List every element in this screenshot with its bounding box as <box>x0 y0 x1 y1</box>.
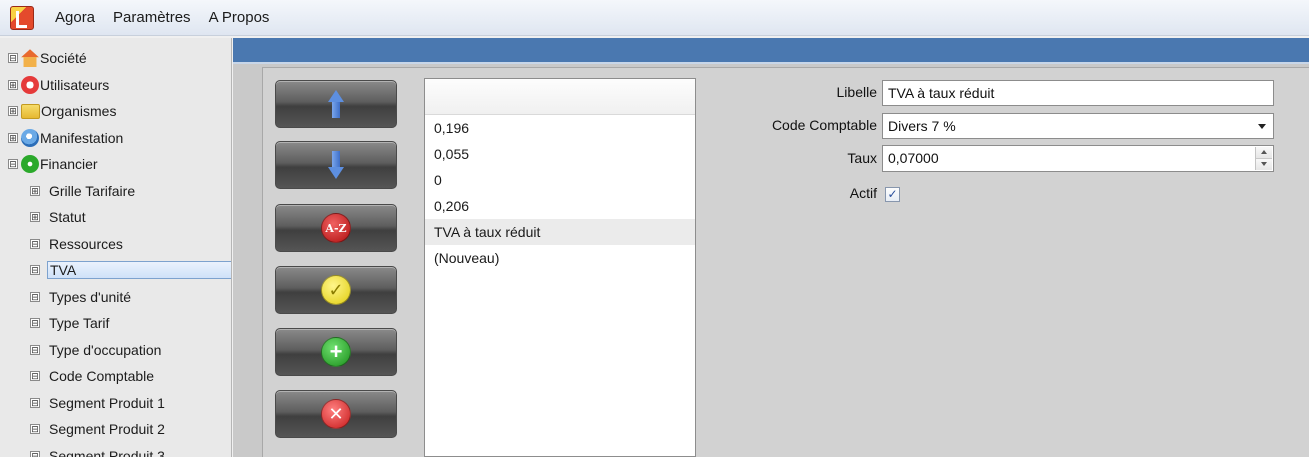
sort-button[interactable]: A-Z <box>275 204 397 252</box>
arrow-up-icon <box>328 90 344 118</box>
list-item[interactable]: 0,196 <box>425 115 695 141</box>
tree-item-type-occupation[interactable]: ⊟ Type d'occupation <box>0 337 231 364</box>
finance-icon <box>21 155 39 174</box>
taux-value: 0,07000 <box>888 150 939 166</box>
tree-item-label: Type d'occupation <box>49 341 162 358</box>
tree-item-segment-produit-1[interactable]: ⊟ Segment Produit 1 <box>0 390 231 417</box>
tree-item-grille-tarifaire[interactable]: ⊞ Grille Tarifaire <box>0 178 231 205</box>
add-button[interactable]: + <box>275 328 397 376</box>
leaf-node-icon: ⊟ <box>30 238 40 249</box>
collapse-icon[interactable]: ⊟ <box>8 53 18 64</box>
leaf-node-icon: ⊟ <box>30 265 40 276</box>
checkmark-icon: ✓ <box>321 275 351 305</box>
tree-item-label: Ressources <box>49 235 123 252</box>
expand-icon[interactable]: ⊞ <box>8 132 18 143</box>
tree-item-label: Statut <box>49 209 86 226</box>
folder-icon <box>21 103 40 119</box>
menu-agora[interactable]: Agora <box>46 5 104 30</box>
tree-item-tva[interactable]: ⊟ TVA <box>0 257 231 284</box>
tree-item-manifestation[interactable]: ⊞ Manifestation <box>0 125 231 152</box>
tree-item-label: Code Comptable <box>49 368 155 385</box>
tree-item-type-tarif[interactable]: ⊟ Type Tarif <box>0 310 231 337</box>
tree-item-label: Société <box>40 50 87 67</box>
tree-item-label: Segment Produit 3 <box>49 447 165 457</box>
spin-up-icon[interactable] <box>1256 147 1272 159</box>
leaf-node-icon: ⊟ <box>30 397 40 408</box>
leaf-node-icon: ⊟ <box>30 424 40 435</box>
delete-button[interactable]: ✕ <box>275 390 397 438</box>
users-icon <box>21 75 39 94</box>
plus-icon: + <box>321 337 351 367</box>
move-up-button[interactable] <box>275 80 397 128</box>
spin-down-icon[interactable] <box>1256 159 1272 170</box>
tree-item-societe[interactable]: ⊟ Société <box>0 45 231 72</box>
sort-az-icon: A-Z <box>321 213 351 243</box>
navigation-tree: ⊟ Société ⊞ Utilisateurs ⊞ Organismes ⊞ … <box>0 38 232 457</box>
list-header <box>425 79 695 115</box>
delete-icon: ✕ <box>321 399 351 429</box>
chevron-down-icon[interactable] <box>1258 124 1266 129</box>
tree-item-label: Segment Produit 1 <box>49 394 165 411</box>
validate-button[interactable]: ✓ <box>275 266 397 314</box>
agora-app-icon[interactable] <box>10 5 34 30</box>
actif-checkbox[interactable]: ✓ <box>885 187 900 202</box>
leaf-node-icon: ⊟ <box>30 371 40 382</box>
collapse-icon[interactable]: ⊟ <box>8 159 18 170</box>
code-comptable-value: Divers 7 % <box>888 118 956 134</box>
list-item[interactable]: 0,206 <box>425 193 695 219</box>
tree-item-financier[interactable]: ⊟ Financier <box>0 151 231 178</box>
tree-item-utilisateurs[interactable]: ⊞ Utilisateurs <box>0 72 231 99</box>
arrow-down-icon <box>328 151 344 179</box>
code-comptable-select[interactable]: Divers 7 % <box>882 113 1274 139</box>
tree-item-ressources[interactable]: ⊟ Ressources <box>0 231 231 258</box>
libelle-label: Libelle <box>836 84 877 100</box>
tree-item-segment-produit-2[interactable]: ⊟ Segment Produit 2 <box>0 416 231 443</box>
tree-item-label: Segment Produit 2 <box>49 421 165 438</box>
leaf-node-icon: ⊟ <box>30 318 40 329</box>
libelle-field[interactable] <box>882 80 1274 106</box>
taux-label: Taux <box>847 150 877 166</box>
tree-item-label: Manifestation <box>40 129 124 146</box>
tree-item-label: Utilisateurs <box>40 76 110 93</box>
leaf-node-icon: ⊟ <box>30 344 40 355</box>
tree-item-label: Types d'unité <box>49 288 132 305</box>
list-item-new[interactable]: (Nouveau) <box>425 245 695 271</box>
tree-item-label: Financier <box>40 156 98 173</box>
list-item[interactable]: 0 <box>425 167 695 193</box>
event-icon <box>21 128 39 147</box>
expand-icon[interactable]: ⊞ <box>30 185 40 196</box>
list-item[interactable]: 0,055 <box>425 141 695 167</box>
tree-item-types-unite[interactable]: ⊟ Types d'unité <box>0 284 231 311</box>
tva-list[interactable]: 0,196 0,055 0 0,206 TVA à taux réduit (N… <box>424 78 696 457</box>
tree-item-label-selected: TVA <box>47 261 231 280</box>
expand-icon[interactable]: ⊞ <box>8 106 18 117</box>
actif-label: Actif <box>849 185 877 201</box>
tree-item-organismes[interactable]: ⊞ Organismes <box>0 98 231 125</box>
move-down-button[interactable] <box>275 141 397 189</box>
house-icon <box>21 49 39 68</box>
list-item-selected[interactable]: TVA à taux réduit <box>425 219 695 245</box>
tree-item-label: Grille Tarifaire <box>49 182 136 199</box>
menu-a-propos[interactable]: A Propos <box>200 5 279 30</box>
spin-buttons <box>1255 147 1272 170</box>
tree-item-label: Type Tarif <box>49 315 110 332</box>
menu-bar: Agora Paramètres A Propos <box>0 0 1309 36</box>
tree-item-statut[interactable]: ⊞ Statut <box>0 204 231 231</box>
tree-item-code-comptable[interactable]: ⊟ Code Comptable <box>0 363 231 390</box>
tree-item-segment-produit-3[interactable]: ⊟ Segment Produit 3 <box>0 443 231 457</box>
leaf-node-icon: ⊟ <box>30 450 40 457</box>
expand-icon[interactable]: ⊞ <box>30 212 40 223</box>
leaf-node-icon: ⊟ <box>30 291 40 302</box>
tree-item-label: Organismes <box>41 103 117 120</box>
code-comptable-label: Code Comptable <box>771 117 877 133</box>
taux-stepper[interactable]: 0,07000 <box>882 145 1274 172</box>
expand-icon[interactable]: ⊞ <box>8 79 18 90</box>
menu-parametres[interactable]: Paramètres <box>104 5 200 30</box>
